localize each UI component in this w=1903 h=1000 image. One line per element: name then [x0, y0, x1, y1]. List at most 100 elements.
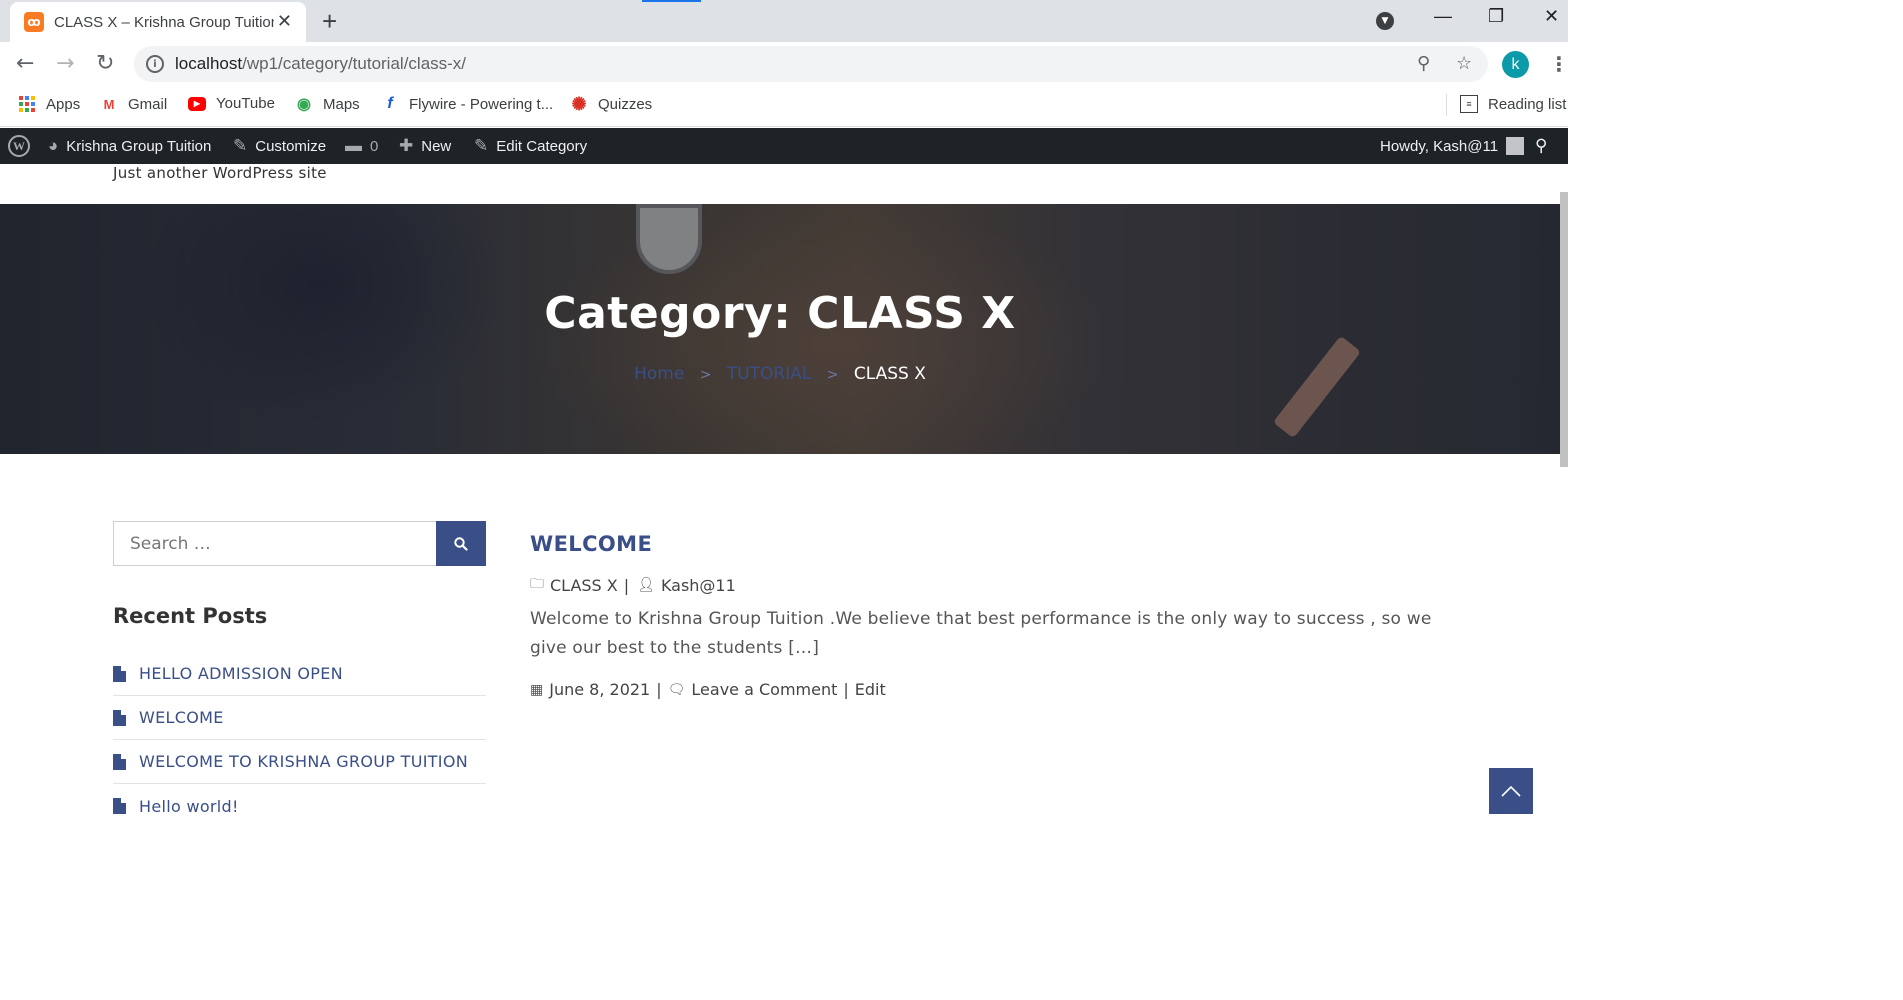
post-date[interactable]: June 8, 2021 — [549, 680, 650, 699]
comments-icon: 🗨︎ — [667, 681, 686, 698]
admin-edit-category-label: Edit Category — [496, 137, 588, 155]
zoom-icon[interactable]: ⚲ — [1417, 53, 1430, 74]
admin-comments[interactable]: ▬ 0 — [345, 128, 378, 164]
bookmark-flywire[interactable]: f Flywire - Powering t... — [381, 95, 553, 113]
bookmark-quizzes[interactable]: ✺ Quizzes — [570, 93, 653, 114]
post-title-link[interactable]: WELCOME — [530, 532, 652, 556]
youtube-icon: ▶ — [188, 96, 206, 111]
tab-close-icon[interactable]: ✕ — [277, 11, 292, 32]
breadcrumb-tutorial[interactable]: TUTORIAL — [727, 364, 812, 384]
new-tab-button[interactable]: + — [322, 6, 337, 37]
document-icon — [113, 665, 126, 682]
recent-posts-list: HELLO ADMISSION OPEN WELCOME WELCOME TO … — [113, 652, 486, 828]
loading-indicator — [642, 0, 701, 2]
search-placeholder: Search … — [130, 533, 211, 554]
howdy-label: Howdy, Kash@11 — [1380, 137, 1499, 155]
search-icon — [454, 536, 468, 551]
window-close-button[interactable]: ✕ — [1544, 6, 1559, 27]
chevron-right-icon: > — [826, 367, 839, 383]
recent-post-link[interactable]: HELLO ADMISSION OPEN — [113, 652, 486, 696]
restore-button[interactable]: ❐ — [1488, 6, 1504, 27]
leave-comment-link[interactable]: Leave a Comment — [691, 680, 837, 699]
bookmark-maps[interactable]: ◉ Maps — [295, 95, 360, 114]
admin-customize-label: Customize — [255, 137, 327, 155]
plus-icon: ✚ — [399, 136, 414, 155]
recent-post-link[interactable]: WELCOME — [113, 696, 486, 740]
user-avatar — [1506, 137, 1525, 155]
tab-search-icon[interactable]: ▼ — [1376, 12, 1394, 30]
pencil-icon: ✎ — [474, 136, 489, 155]
browser-toolbar: ← → ↻ i localhost/wp1/category/tutorial/… — [0, 42, 1569, 86]
comments-count: 0 — [370, 137, 379, 155]
bookmark-label: Apps — [46, 95, 81, 113]
search-button[interactable] — [436, 521, 486, 566]
calendar-icon: ▦ — [530, 681, 544, 698]
comment-bubble-icon: ▬ — [345, 136, 362, 155]
back-arrow-icon[interactable]: ← — [16, 51, 34, 76]
post-author-link[interactable]: Kash@11 — [661, 576, 736, 595]
user-icon: 👤︎ — [637, 577, 655, 593]
flywire-icon: f — [387, 95, 393, 112]
bookmark-label: Maps — [323, 95, 360, 113]
chevron-right-icon: > — [699, 367, 712, 383]
breadcrumb: Home > TUTORIAL > CLASS X — [0, 364, 1560, 384]
bookmarks-bar: Apps M Gmail ▶ YouTube ◉ Maps f Flywire … — [0, 86, 1568, 127]
bookmark-apps[interactable]: Apps — [18, 95, 80, 113]
scroll-to-top-button[interactable] — [1489, 768, 1533, 814]
post-excerpt: Welcome to Krishna Group Tuition .We bel… — [530, 609, 1432, 658]
bookmark-label: Quizzes — [598, 95, 653, 113]
admin-account[interactable]: Howdy, Kash@11 — [1380, 128, 1525, 164]
address-bar[interactable]: i localhost/wp1/category/tutorial/class-… — [134, 46, 1488, 82]
browser-tab[interactable]: ꝏ CLASS X – Krishna Group Tuition ✕ — [10, 2, 306, 42]
chevron-up-icon — [1501, 785, 1521, 797]
breadcrumb-current: CLASS X — [853, 364, 926, 384]
search-input[interactable]: Search … — [113, 521, 437, 566]
admin-search[interactable]: ⚲ — [1535, 128, 1555, 164]
wp-logo-menu[interactable]: W — [8, 128, 30, 164]
recent-post-link[interactable]: WELCOME TO KRISHNA GROUP TUITION — [113, 740, 486, 784]
admin-site-name[interactable]: ◕ Krishna Group Tuition — [48, 128, 211, 164]
meta-separator: | — [623, 575, 630, 595]
wordpress-logo-icon: W — [8, 135, 30, 157]
breadcrumb-home[interactable]: Home — [634, 364, 684, 384]
xampp-icon: ꝏ — [24, 12, 44, 32]
bookmark-label: YouTube — [216, 95, 275, 112]
document-icon — [113, 753, 126, 770]
admin-edit-category[interactable]: ✎ Edit Category — [474, 128, 587, 164]
meta-separator: | — [656, 680, 662, 699]
bookmark-label: Gmail — [128, 95, 168, 113]
admin-site-name-label: Krishna Group Tuition — [66, 137, 212, 155]
site-info-icon[interactable]: i — [146, 55, 164, 73]
reload-icon[interactable]: ↻ — [96, 51, 114, 76]
post-edit-link[interactable]: Edit — [855, 680, 886, 699]
post-category-link[interactable]: CLASS X — [550, 576, 618, 595]
url-text[interactable]: localhost/wp1/category/tutorial/class-x/ — [175, 54, 466, 74]
admin-new[interactable]: ✚ New — [399, 128, 451, 164]
meta-separator: | — [843, 680, 849, 699]
profile-avatar[interactable]: k — [1502, 51, 1529, 78]
bookmarks-divider — [1446, 94, 1447, 116]
post-footer: ▦ June 8, 2021 | 🗨︎ Leave a Comment | Ed… — [530, 680, 886, 699]
reading-list-icon: ≡ — [1460, 95, 1478, 113]
document-icon — [113, 798, 126, 814]
chrome-menu-icon[interactable]: ⋮ — [1549, 52, 1569, 76]
category-hero-banner: Category: CLASS X Home > TUTORIAL > CLAS… — [0, 204, 1560, 454]
recent-post-link[interactable]: Hello world! — [113, 784, 486, 828]
minimize-button[interactable]: — — [1434, 6, 1452, 27]
page-scrollbar[interactable] — [1560, 192, 1568, 467]
browser-tab-strip: ꝏ CLASS X – Krishna Group Tuition ✕ + ▼ … — [0, 0, 1568, 42]
apps-grid-icon — [18, 95, 36, 113]
quizzes-icon: ✺ — [571, 93, 587, 114]
bookmark-gmail[interactable]: M Gmail — [100, 95, 168, 113]
reading-list-button[interactable]: ≡ Reading list — [1460, 95, 1566, 113]
admin-customize[interactable]: ✎ Customize — [233, 128, 326, 164]
recent-post-title: HELLO ADMISSION OPEN — [139, 664, 343, 683]
bookmark-star-icon[interactable]: ☆ — [1456, 53, 1472, 74]
document-icon — [113, 709, 126, 726]
recent-posts-title: Recent Posts — [113, 604, 268, 628]
tab-title: CLASS X – Krishna Group Tuition — [54, 13, 274, 31]
bookmark-youtube[interactable]: ▶ YouTube — [188, 95, 275, 112]
wp-admin-bar: W ◕ Krishna Group Tuition ✎ Customize ▬ … — [0, 128, 1568, 164]
page-title: Category: CLASS X — [544, 288, 1016, 339]
forward-arrow-icon[interactable]: → — [56, 51, 74, 76]
